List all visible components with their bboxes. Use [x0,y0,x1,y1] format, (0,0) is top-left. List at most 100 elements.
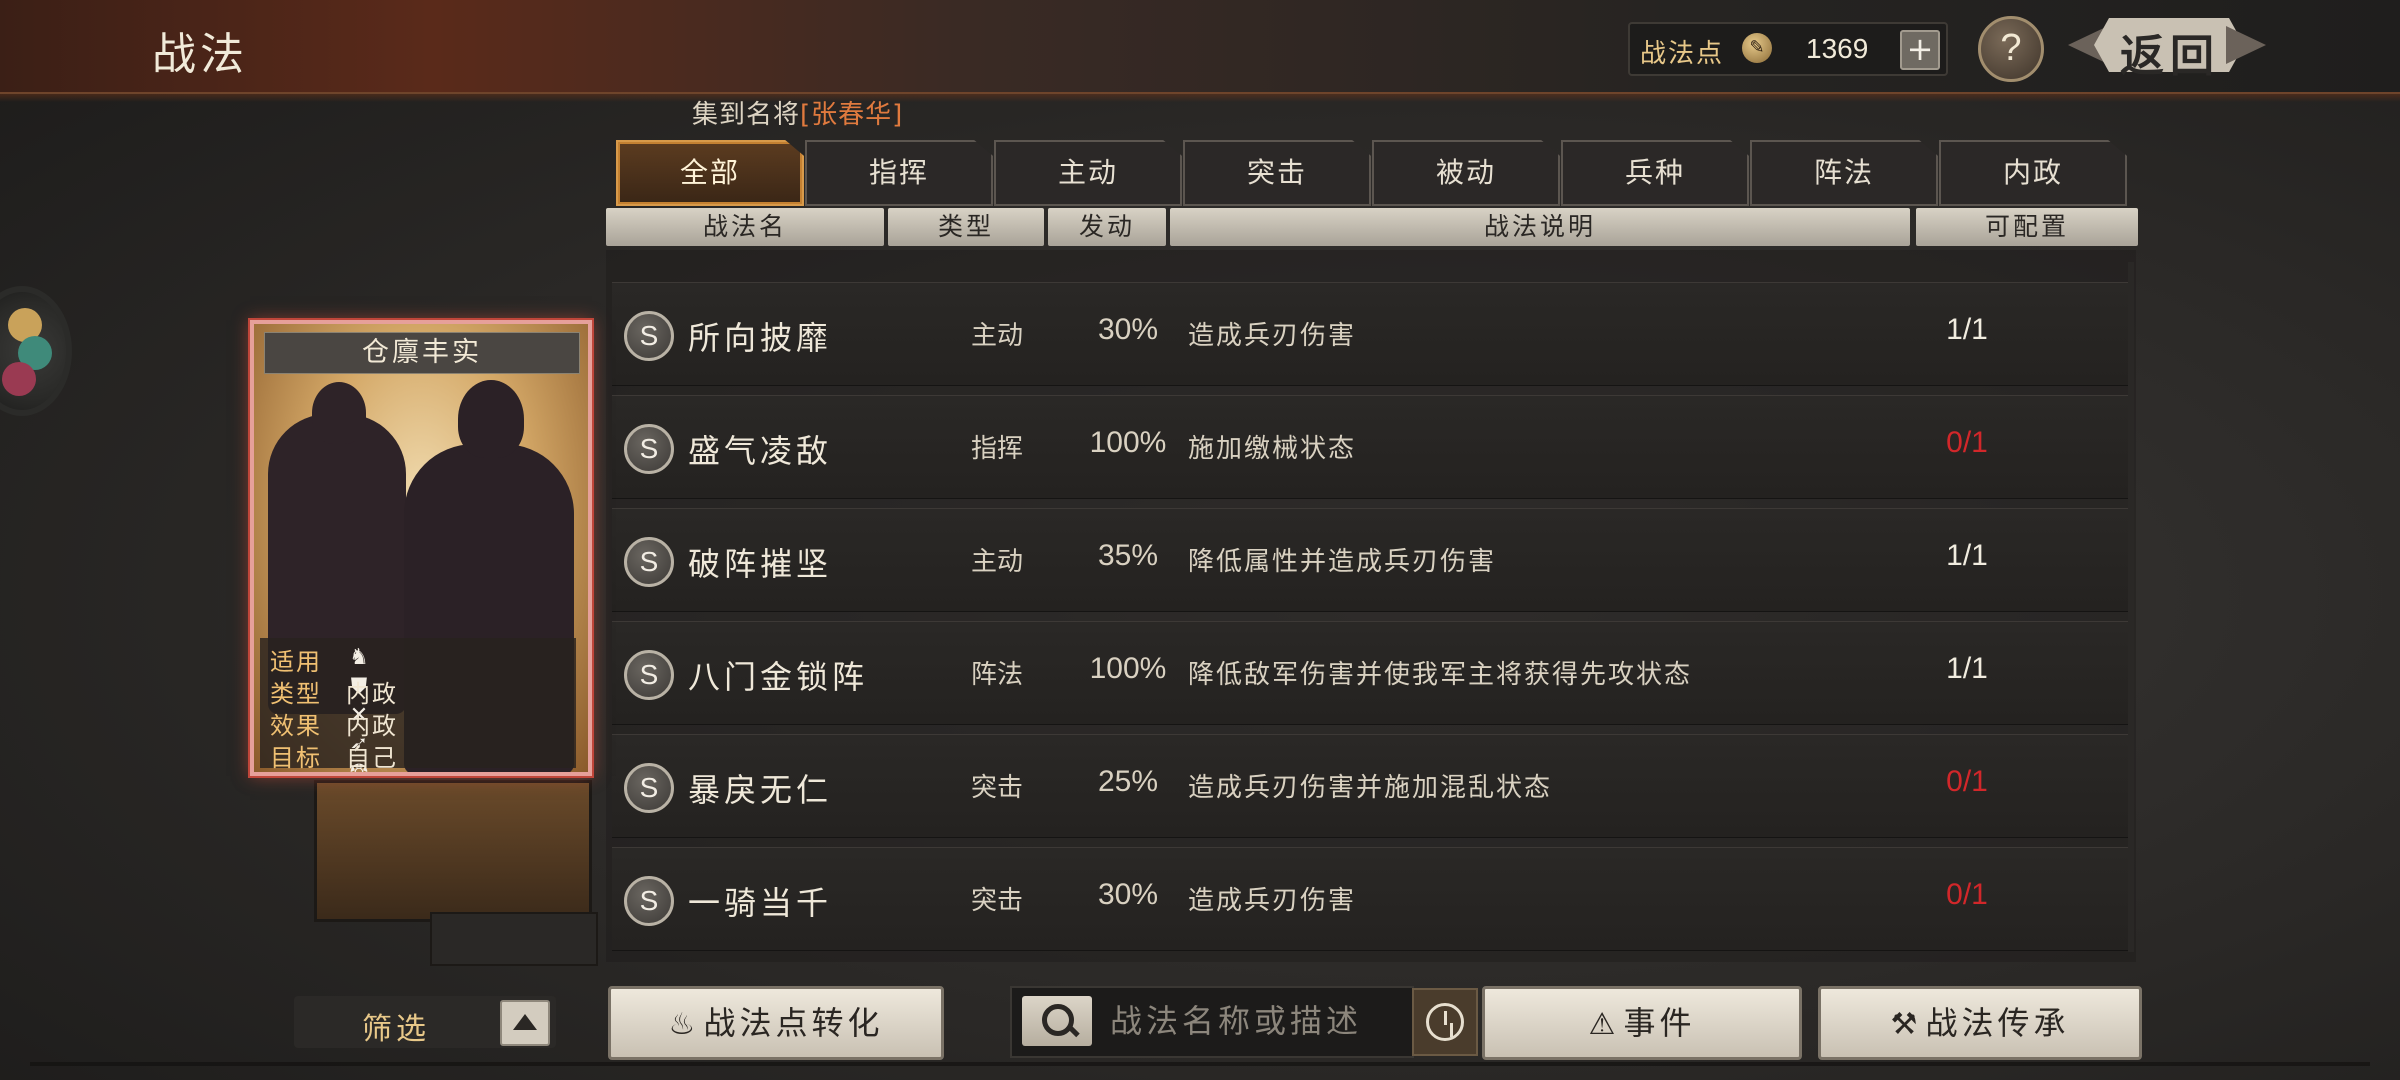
collect-hint: 集到名将[张春华] [692,94,903,131]
card-figure-right-head [458,380,524,458]
inherit-tactic-button[interactable]: ⚒ 战法传承 [1818,986,2142,1060]
event-button[interactable]: ⚠ 事件 [1482,986,1802,1060]
tab-passive[interactable]: 被动 [1372,140,1560,206]
collect-general-name: [张春华] [800,100,904,130]
card-target-value: 自己 [346,744,398,772]
tactic-card[interactable]: 仓廪丰实 适用 ♞⛊✕➶❂ 类型 内政 效果 内政 目标 自己 [250,320,592,776]
tactic-coin-icon: ✎ [1742,33,1772,63]
tab-assault[interactable]: 突击 [1183,140,1371,206]
tactics-list[interactable]: S 所向披靡 主动 30% 造成兵刃伤害 1/1 S 盛气凌敌 指挥 100% … [606,250,2136,962]
inherit-tactic-label: 战法传承 [1925,1004,2070,1042]
tactic-config: 0/1 [1946,426,1988,459]
tactic-row[interactable]: S 所向披靡 主动 30% 造成兵刃伤害 1/1 [612,282,2132,386]
tactic-rate: 30% [1097,878,1159,911]
tactic-config: 1/1 [1946,652,1988,685]
tactic-row[interactable]: S 一骑当千 突击 30% 造成兵刃伤害 0/1 [612,847,2132,951]
tactic-type: 突击 [970,886,1023,916]
tactic-config: 1/1 [1946,539,1988,572]
convert-points-button[interactable]: ♨ 战法点转化 [608,986,944,1060]
filter-control[interactable]: 筛选 [294,996,556,1048]
back-button[interactable]: 返回 [2068,12,2266,82]
tactic-desc: 造成兵刃伤害 [1188,321,1357,351]
card-title: 仓廪丰实 [264,332,580,374]
history-clock-icon[interactable] [1412,988,1478,1056]
tactic-name: 暴戾无仁 [688,771,833,809]
back-label: 返回 [2120,31,2220,82]
tab-command[interactable]: 指挥 [805,140,993,206]
rank-badge-icon: S [624,876,674,926]
tactic-rate: 35% [1097,539,1159,572]
side-menu-orb-icon[interactable] [0,286,72,416]
tactic-rate: 100% [1089,652,1167,685]
card-effect-value: 内政 [346,712,398,740]
tactic-config: 0/1 [1946,878,1988,911]
rank-badge-icon: S [624,650,674,700]
column-header-type[interactable]: 类型 [888,208,1044,246]
flame-icon: ♨ [668,1007,700,1042]
tab-formation[interactable]: 阵法 [1750,140,1938,206]
card-figure-left-head [312,382,366,444]
card-target-label: 目标 [270,744,322,772]
tactic-config: 0/1 [1946,765,1988,798]
tactic-points-value: 1369 [1806,33,1869,64]
rank-badge-icon: S [624,537,674,587]
tactic-points-label: 战法点 [1640,39,1725,69]
card-stack-back-2 [430,912,598,966]
tactic-type: 突击 [970,773,1023,803]
tactic-desc: 造成兵刃伤害并施加混乱状态 [1188,773,1553,803]
tactic-desc: 降低属性并造成兵刃伤害 [1188,547,1497,577]
filter-label: 筛选 [362,1012,430,1047]
filter-expand-icon[interactable] [500,1000,550,1046]
add-points-button[interactable]: + [1900,30,1940,70]
rank-badge-icon: S [624,424,674,474]
card-type-value: 内政 [346,680,398,708]
tactic-points-panel: 战法点 ✎ 1369 + [1628,22,1948,76]
card-effect-row: 效果 内政 [270,706,396,741]
tactic-type: 主动 [970,547,1023,577]
rank-badge-icon: S [624,763,674,813]
page-title: 战法 [152,29,248,80]
tactic-type: 阵法 [970,660,1023,690]
tactic-row[interactable]: S 盛气凌敌 指挥 100% 施加缴械状态 0/1 [612,395,2132,499]
tactic-config: 1/1 [1946,313,1988,346]
tactic-desc: 造成兵刃伤害 [1188,886,1357,916]
tactic-desc: 施加缴械状态 [1188,434,1357,464]
tactic-rate: 30% [1097,313,1159,346]
card-apply-row: 适用 ♞⛊✕➶❂ [270,642,369,772]
card-stack-back [314,780,592,922]
search-box[interactable] [1010,986,1414,1058]
card-info-panel: 适用 ♞⛊✕➶❂ 类型 内政 效果 内政 目标 自己 [260,638,576,772]
column-header-rate[interactable]: 发动 [1048,208,1166,246]
collect-prefix: 集到名将 [692,100,801,130]
tactic-name: 所向披靡 [688,319,833,357]
column-header-desc: 战法说明 [1170,208,1910,246]
tab-all[interactable]: 全部 [616,140,804,206]
search-icon[interactable] [1022,996,1092,1046]
column-header-config[interactable]: 可配置 [1916,208,2138,246]
tab-internal[interactable]: 内政 [1939,140,2127,206]
bottom-border [30,1062,2370,1066]
tab-troop[interactable]: 兵种 [1561,140,1749,206]
hammer-icon: ⚒ [1890,1007,1922,1042]
tactic-row[interactable]: S 破阵摧坚 主动 35% 降低属性并造成兵刃伤害 1/1 [612,508,2132,612]
event-label: 事件 [1623,1004,1696,1042]
convert-points-label: 战法点转化 [703,1004,884,1042]
card-effect-label: 效果 [270,712,322,740]
list-scrollbar[interactable] [2128,262,2134,952]
card-type-row: 类型 内政 [270,674,396,709]
tactic-type: 指挥 [970,434,1023,464]
tactic-row[interactable]: S 八门金锁阵 阵法 100% 降低敌军伤害并使我军主将获得先攻状态 1/1 [612,621,2132,725]
column-header-name[interactable]: 战法名 [606,208,884,246]
tactic-name: 八门金锁阵 [688,658,869,696]
back-wing-right-icon [2226,26,2266,64]
alert-icon: ⚠ [1588,1007,1620,1042]
tactic-rate: 100% [1089,426,1167,459]
card-type-label: 类型 [270,680,322,708]
search-input[interactable] [1108,998,1402,1044]
tactic-row[interactable]: S 暴戾无仁 突击 25% 造成兵刃伤害并施加混乱状态 0/1 [612,734,2132,838]
tab-active[interactable]: 主动 [994,140,1182,206]
help-button[interactable]: ? [1978,16,2044,82]
rank-badge-icon: S [624,311,674,361]
card-target-row: 目标 自己 [270,738,396,772]
tactic-name: 盛气凌敌 [688,432,833,470]
